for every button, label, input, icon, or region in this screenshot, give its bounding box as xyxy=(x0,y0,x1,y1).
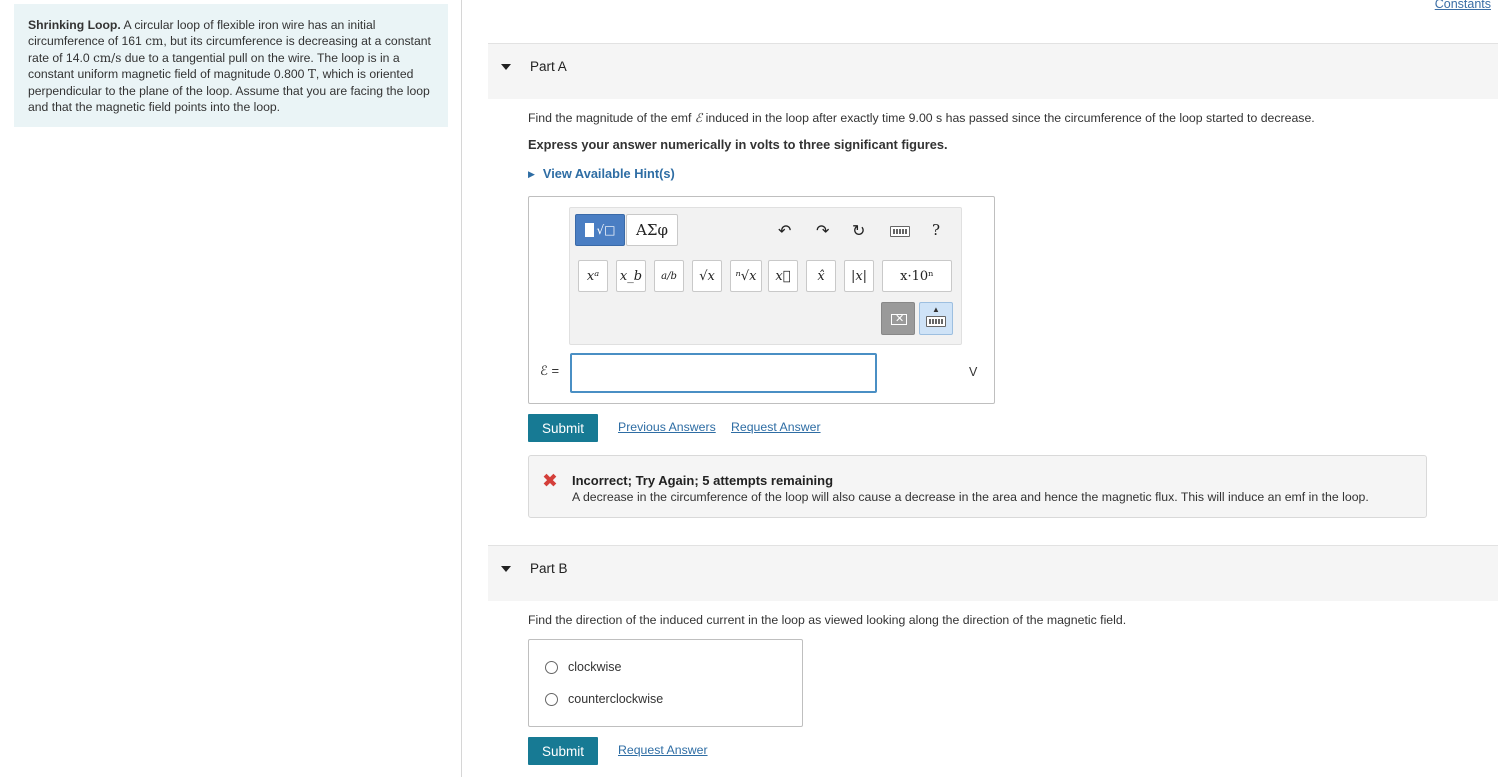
option-counterclockwise[interactable]: counterclockwise xyxy=(545,692,663,706)
part-a-question: Find the magnitude of the emf ℰ induced … xyxy=(528,111,1315,125)
option-label: clockwise xyxy=(568,660,622,674)
part-b-title: Part B xyxy=(530,561,568,576)
option-label: counterclockwise xyxy=(568,692,664,706)
part-b-question: Find the direction of the induced curren… xyxy=(528,613,1127,627)
caret-up-icon: ▲ xyxy=(932,305,940,314)
problem-statement: Shrinking Loop. A circular loop of flexi… xyxy=(14,4,448,127)
scientific-notation-button[interactable]: x·10ⁿ xyxy=(882,260,952,292)
square-root-button[interactable]: √x xyxy=(692,260,722,292)
caret-right-icon: ▶ xyxy=(528,169,535,179)
part-a-request-answer-link[interactable]: Request Answer xyxy=(731,420,821,434)
subscript-button[interactable]: x_b xyxy=(616,260,646,292)
part-b-submit-button[interactable]: Submit xyxy=(528,737,598,765)
answer-input[interactable] xyxy=(570,353,877,393)
part-a-instruction: Express your answer numerically in volts… xyxy=(528,137,948,152)
greek-symbols-button[interactable]: ΑΣφ xyxy=(626,214,678,246)
collapse-triangle-icon[interactable] xyxy=(501,64,511,70)
radio-button[interactable] xyxy=(545,660,558,674)
part-b-header[interactable]: Part B xyxy=(488,545,1498,601)
question-text-pre: Find the magnitude of the emf xyxy=(528,111,692,125)
keyboard-icon xyxy=(926,316,946,327)
templates-button[interactable]: √□ xyxy=(575,214,625,246)
problem-title: Shrinking Loop. xyxy=(28,18,121,32)
feedback-message: A decrease in the circumference of the l… xyxy=(572,490,1369,504)
choices-container: clockwise counterclockwise xyxy=(528,639,803,727)
hints-label: View Available Hint(s) xyxy=(542,166,675,181)
part-a-title: Part A xyxy=(530,59,567,74)
keyboard-shortcuts-icon[interactable] xyxy=(890,226,910,237)
incorrect-x-icon: ✖ xyxy=(542,470,558,492)
redo-icon[interactable]: ↷ xyxy=(816,221,829,241)
vector-button[interactable]: x⃗ xyxy=(768,260,798,292)
previous-answers-link[interactable]: Previous Answers xyxy=(618,420,716,434)
undo-icon[interactable]: ↶ xyxy=(778,221,791,241)
emf-symbol: ℰ xyxy=(694,111,703,125)
feedback-panel: ✖ Incorrect; Try Again; 5 attempts remai… xyxy=(528,455,1427,518)
help-button[interactable]: ? xyxy=(932,221,940,239)
unit-label: V xyxy=(969,365,978,379)
reset-icon[interactable]: ↻ xyxy=(852,221,865,241)
absolute-value-button[interactable]: |x| xyxy=(844,260,874,292)
radio-button[interactable] xyxy=(545,692,558,706)
keyboard-toggle-button[interactable]: ▲ xyxy=(919,302,953,335)
radical-icon: √□ xyxy=(596,223,616,237)
constants-link[interactable]: Constants xyxy=(1435,0,1491,11)
unit-cm: cm xyxy=(145,34,164,49)
square-icon xyxy=(584,223,594,237)
answer-label: ℰ = xyxy=(540,363,560,378)
unit-tesla: T xyxy=(307,67,316,82)
part-a-header[interactable]: Part A xyxy=(488,43,1498,99)
option-clockwise[interactable]: clockwise xyxy=(545,660,622,674)
view-hints-link[interactable]: ▶ View Available Hint(s) xyxy=(528,166,675,181)
question-text-post: induced in the loop after exactly time 9… xyxy=(705,111,1315,125)
collapse-triangle-icon[interactable] xyxy=(501,566,511,572)
superscript-button[interactable]: xᵃ xyxy=(578,260,608,292)
backspace-button[interactable]: ✕ xyxy=(881,302,915,335)
feedback-title: Incorrect; Try Again; 5 attempts remaini… xyxy=(572,473,834,488)
part-b-request-answer-link[interactable]: Request Answer xyxy=(618,743,708,757)
column-divider xyxy=(461,0,462,777)
backspace-icon: ✕ xyxy=(891,312,907,325)
fraction-button[interactable]: a/b xyxy=(654,260,684,292)
part-a-submit-button[interactable]: Submit xyxy=(528,414,598,442)
unit-cm-per-s: cm/s xyxy=(93,50,122,65)
unit-vector-button[interactable]: x̂ xyxy=(806,260,836,292)
nth-root-button[interactable]: ⁿ√x xyxy=(730,260,762,292)
